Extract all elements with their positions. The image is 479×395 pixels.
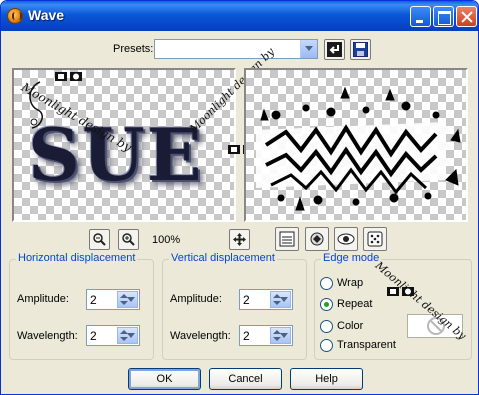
save-preset-button[interactable] — [350, 39, 371, 60]
presets-dropdown[interactable] — [154, 39, 318, 59]
proof-icon — [279, 231, 295, 247]
save-preset-icon — [352, 41, 369, 58]
zoom-in-button[interactable] — [118, 229, 139, 250]
group-title: Horizontal displacement — [16, 252, 138, 264]
dice-icon — [367, 231, 383, 247]
swirl-icon — [29, 81, 43, 129]
amplitude-value: 2 — [243, 293, 250, 307]
spinner-arrows[interactable] — [270, 327, 291, 344]
amplitude-label: Amplitude: — [17, 293, 69, 305]
randomize-button[interactable] — [363, 227, 387, 251]
radio-color[interactable] — [320, 320, 333, 333]
proof-button[interactable] — [275, 227, 299, 251]
zoom-in-icon — [122, 233, 135, 246]
auto-proof-button[interactable] — [305, 227, 329, 251]
chevron-down-icon[interactable] — [300, 40, 317, 58]
radio-wrap[interactable] — [320, 277, 333, 290]
radio-transparent[interactable] — [320, 339, 333, 352]
minimize-button[interactable] — [410, 6, 431, 27]
paint-shop-icon — [7, 8, 23, 24]
eye-toggle-button[interactable] — [334, 227, 358, 251]
horizontal-displacement-group: Horizontal displacement Amplitude: 2 Wav… — [9, 252, 154, 360]
wavelength-label: Wavelength: — [17, 330, 78, 342]
auto-proof-icon — [310, 232, 324, 246]
amplitude-value: 2 — [90, 293, 97, 307]
wave-dialog: Wave Presets: SUE Moonlight design by Mo… — [0, 0, 479, 395]
help-button[interactable]: Help — [290, 368, 363, 390]
radio-repeat[interactable] — [320, 298, 333, 311]
radio-label-color[interactable]: Color — [337, 320, 363, 332]
spinner-arrows[interactable] — [117, 291, 138, 308]
move-icon — [233, 233, 246, 246]
wave-result-image — [256, 86, 461, 211]
vertical-displacement-group: Vertical displacement Amplitude: 2 Wavel… — [162, 252, 307, 360]
original-preview[interactable]: SUE Moonlight design by — [12, 68, 236, 222]
zoom-out-button[interactable] — [89, 229, 110, 250]
reset-icon — [327, 42, 342, 57]
vertical-amplitude-input[interactable]: 2 — [239, 289, 293, 310]
spinner-arrows[interactable] — [117, 327, 138, 344]
move-button[interactable] — [229, 229, 250, 250]
radio-label-transparent[interactable]: Transparent — [337, 339, 396, 351]
cancel-button[interactable]: Cancel — [209, 368, 282, 390]
eye-icon — [337, 233, 355, 245]
spinner-arrows[interactable] — [270, 291, 291, 308]
radio-label-wrap[interactable]: Wrap — [337, 277, 363, 289]
zoom-level: 100% — [152, 234, 181, 246]
title-bar[interactable]: Wave — [1, 1, 478, 31]
window-title: Wave — [28, 7, 65, 23]
close-button[interactable] — [456, 6, 477, 27]
presets-label: Presets: — [113, 43, 154, 55]
wavelength-label: Wavelength: — [170, 330, 231, 342]
reset-button[interactable] — [324, 39, 345, 60]
group-title: Vertical displacement — [169, 252, 277, 264]
vertical-wavelength-input[interactable]: 2 — [239, 325, 293, 346]
camera-icon — [387, 287, 414, 296]
wavelength-value: 2 — [90, 329, 97, 343]
amplitude-label: Amplitude: — [170, 293, 222, 305]
radio-label-repeat[interactable]: Repeat — [337, 298, 372, 310]
zoom-out-icon — [93, 233, 106, 246]
maximize-button[interactable] — [433, 6, 454, 27]
ok-button[interactable]: OK — [128, 368, 201, 390]
result-preview[interactable] — [244, 68, 468, 222]
wavelength-value: 2 — [243, 329, 250, 343]
group-title: Edge mode — [321, 252, 382, 264]
horizontal-amplitude-input[interactable]: 2 — [86, 289, 140, 310]
horizontal-wavelength-input[interactable]: 2 — [86, 325, 140, 346]
